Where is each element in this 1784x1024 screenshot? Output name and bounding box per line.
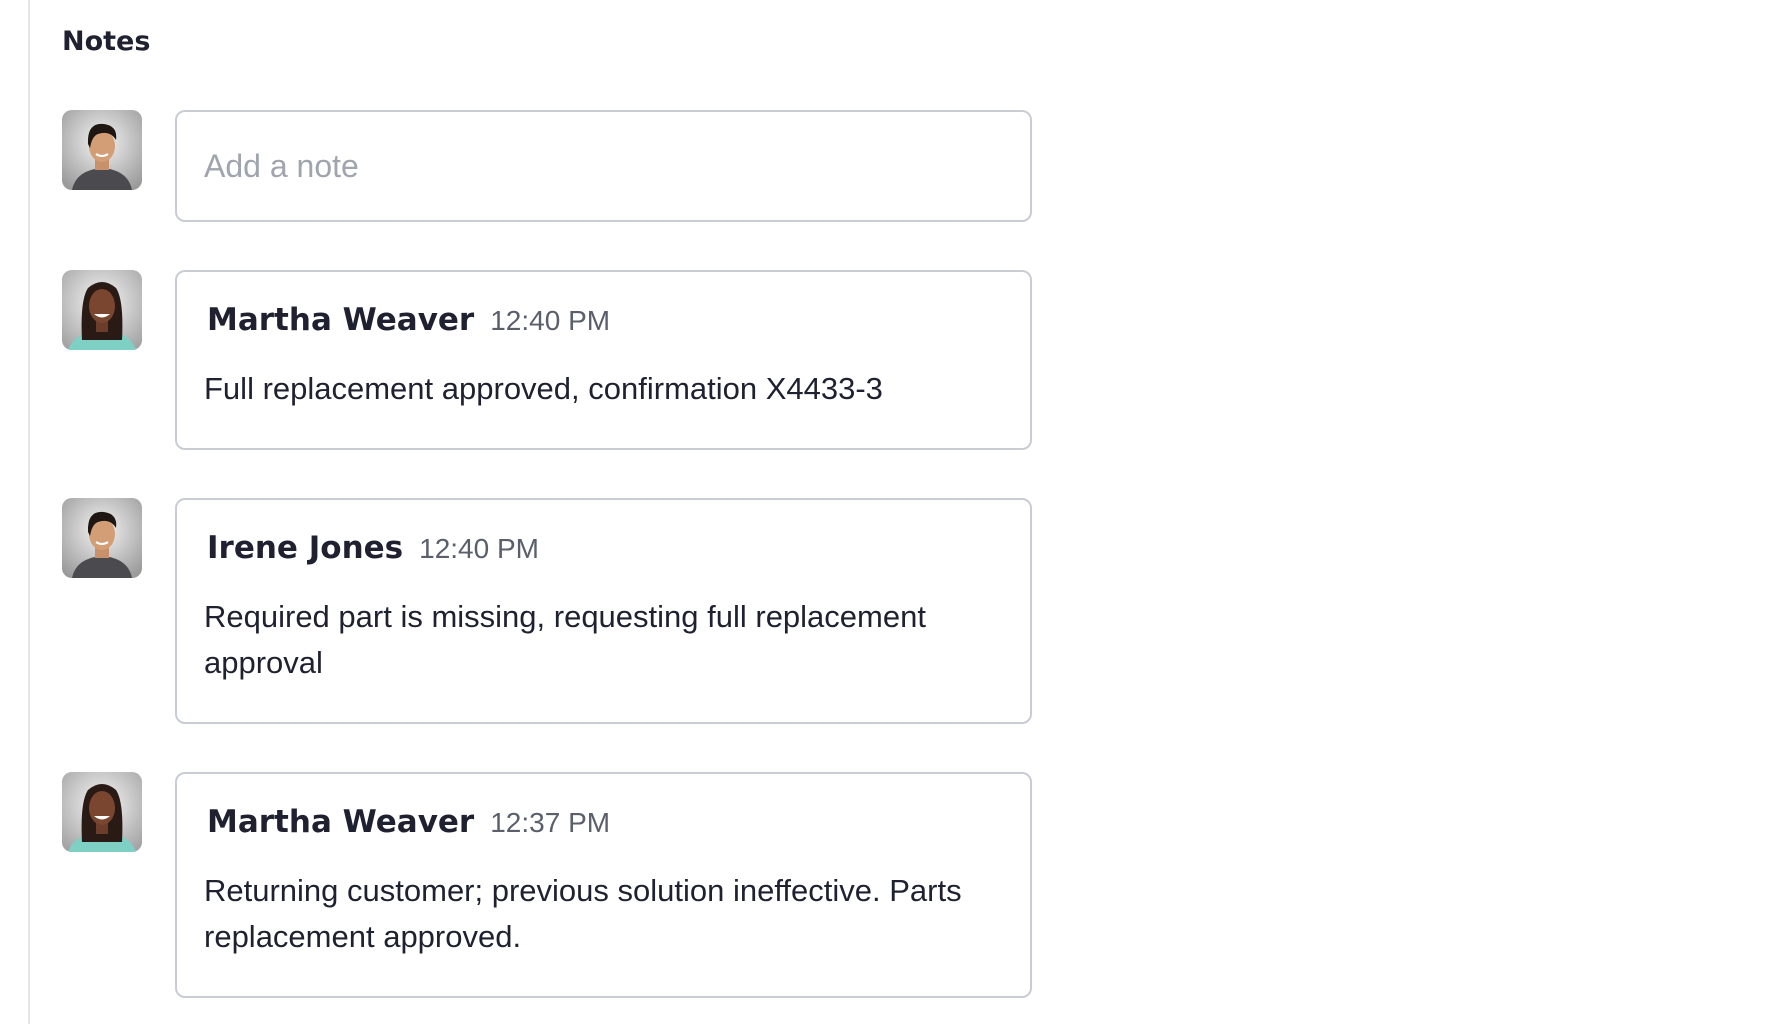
note-item: Martha Weaver 12:40 PM Full replacement … [62, 270, 1042, 450]
panel-left-divider [28, 0, 30, 1024]
notes-panel: Notes Add a note Martha Weaver 12:40 PM … [62, 22, 1042, 998]
note-author: Martha Weaver [207, 804, 475, 840]
note-text: Full replacement approved, confirmation … [204, 371, 883, 406]
notes-title: Notes [62, 26, 151, 57]
current-user-avatar [62, 110, 142, 190]
note-timestamp: 12:37 PM [490, 807, 611, 838]
author-avatar [62, 498, 142, 578]
note-item: Irene Jones 12:40 PM Required part is mi… [62, 498, 1042, 724]
author-avatar [62, 772, 142, 852]
note-author: Irene Jones [207, 530, 404, 566]
note-item: Martha Weaver 12:37 PM Returning custome… [62, 772, 1042, 998]
note-card: Martha Weaver 12:40 PM Full replacement … [175, 270, 1032, 450]
note-timestamp: 12:40 PM [490, 305, 611, 336]
note-author: Martha Weaver [207, 302, 475, 338]
note-card: Martha Weaver 12:37 PM Returning custome… [175, 772, 1032, 998]
note-timestamp: 12:40 PM [419, 533, 539, 564]
note-header: Irene Jones 12:40 PM [204, 530, 1003, 572]
note-card: Irene Jones 12:40 PM Required part is mi… [175, 498, 1032, 724]
note-header: Martha Weaver 12:40 PM [204, 302, 1003, 344]
author-avatar [62, 270, 142, 350]
add-note-row [62, 110, 1042, 222]
note-text: Returning customer; previous solution in… [204, 873, 962, 954]
note-text: Required part is missing, requesting ful… [204, 599, 926, 680]
add-note-input[interactable] [175, 110, 1032, 222]
note-header: Martha Weaver 12:37 PM [204, 804, 1003, 846]
